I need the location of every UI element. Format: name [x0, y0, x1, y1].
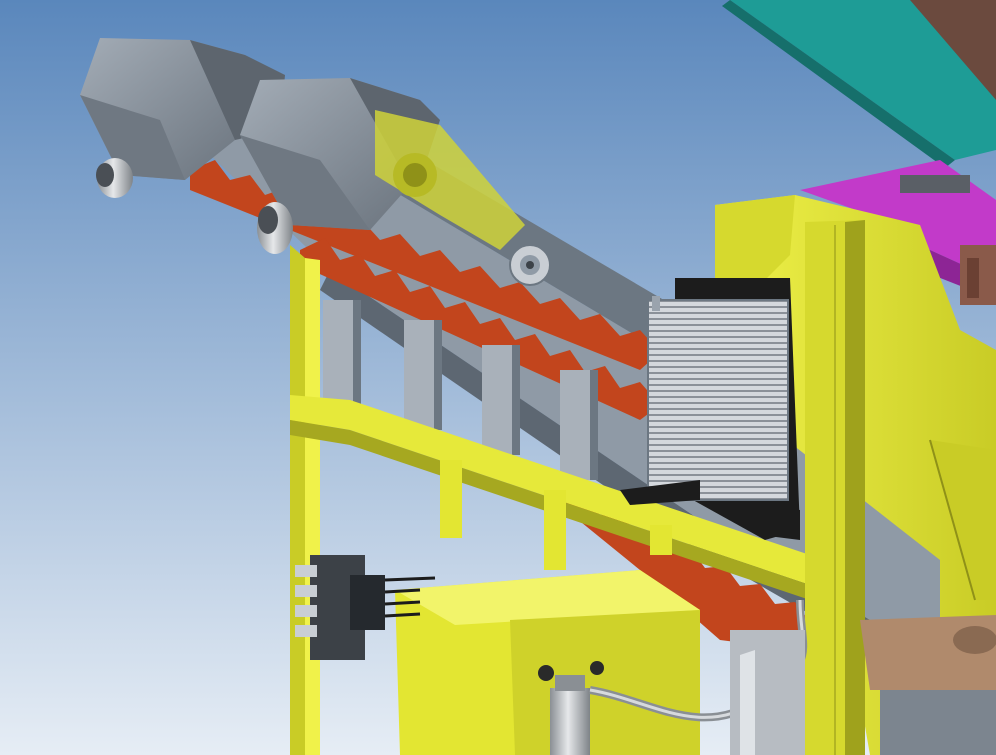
oil-cooler-icon	[620, 278, 800, 540]
yellow-tank	[395, 570, 700, 755]
bearing-icon	[509, 244, 551, 286]
render-canvas	[0, 0, 996, 755]
cad-machine-render	[0, 0, 996, 755]
